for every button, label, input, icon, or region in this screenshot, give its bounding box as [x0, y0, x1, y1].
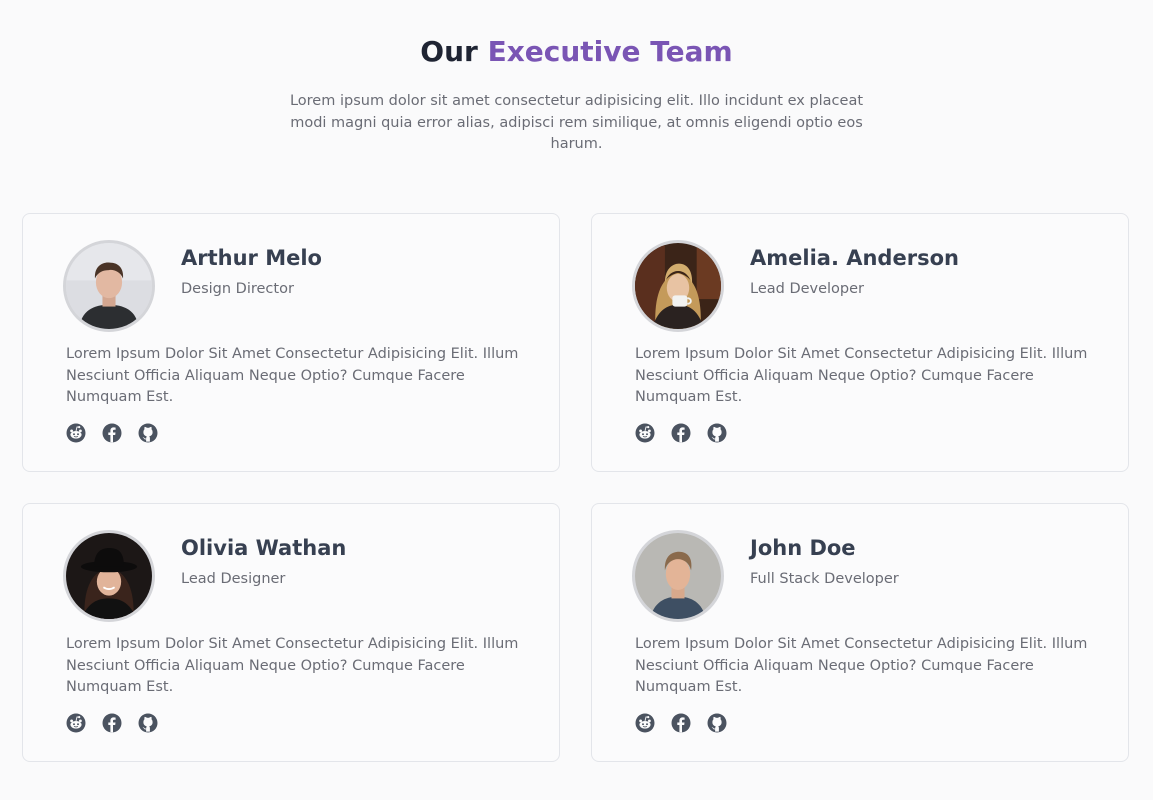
- avatar: [63, 240, 155, 332]
- member-role: Full Stack Developer: [750, 571, 899, 587]
- member-bio: Lorem Ipsum Dolor Sit Amet Consectetur A…: [635, 346, 1088, 406]
- section-title: Our Executive Team: [0, 32, 1153, 72]
- section-title-accent: Executive Team: [487, 35, 733, 68]
- team-card-amelia-anderson: Amelia. Anderson Lead Developer Lorem Ip…: [591, 213, 1129, 472]
- github-icon[interactable]: [707, 423, 727, 443]
- github-icon[interactable]: [138, 423, 158, 443]
- section-intro: Lorem ipsum dolor sit amet consectetur a…: [289, 93, 864, 152]
- member-role: Lead Designer: [181, 571, 286, 587]
- facebook-icon[interactable]: [102, 423, 122, 443]
- section-title-plain: Our: [420, 35, 478, 68]
- member-role: Lead Developer: [750, 281, 865, 297]
- social-links: [66, 423, 158, 443]
- avatar: [632, 530, 724, 622]
- github-icon[interactable]: [707, 713, 727, 733]
- social-links: [66, 713, 158, 733]
- social-links: [635, 713, 727, 733]
- member-bio: Lorem Ipsum Dolor Sit Amet Consectetur A…: [66, 636, 519, 696]
- member-name: Arthur Melo: [181, 246, 322, 270]
- team-card-john-doe: John Doe Full Stack Developer Lorem Ipsu…: [591, 503, 1129, 762]
- member-name: Amelia. Anderson: [750, 246, 959, 270]
- team-card-arthur-melo: Arthur Melo Design Director Lorem Ipsum …: [22, 213, 560, 472]
- avatar: [632, 240, 724, 332]
- avatar: [63, 530, 155, 622]
- reddit-icon[interactable]: [66, 423, 86, 443]
- reddit-icon[interactable]: [66, 713, 86, 733]
- member-bio: Lorem Ipsum Dolor Sit Amet Consectetur A…: [635, 636, 1088, 696]
- member-name: Olivia Wathan: [181, 536, 347, 560]
- team-section: Our Executive Team Lorem ipsum dolor sit…: [0, 0, 1153, 800]
- team-card-olivia-wathan: Olivia Wathan Lead Designer Lorem Ipsum …: [22, 503, 560, 762]
- member-role: Design Director: [181, 281, 294, 297]
- member-name: John Doe: [750, 536, 856, 560]
- reddit-icon[interactable]: [635, 713, 655, 733]
- social-links: [635, 423, 727, 443]
- github-icon[interactable]: [138, 713, 158, 733]
- facebook-icon[interactable]: [671, 713, 691, 733]
- facebook-icon[interactable]: [671, 423, 691, 443]
- reddit-icon[interactable]: [635, 423, 655, 443]
- member-bio: Lorem Ipsum Dolor Sit Amet Consectetur A…: [66, 346, 519, 406]
- facebook-icon[interactable]: [102, 713, 122, 733]
